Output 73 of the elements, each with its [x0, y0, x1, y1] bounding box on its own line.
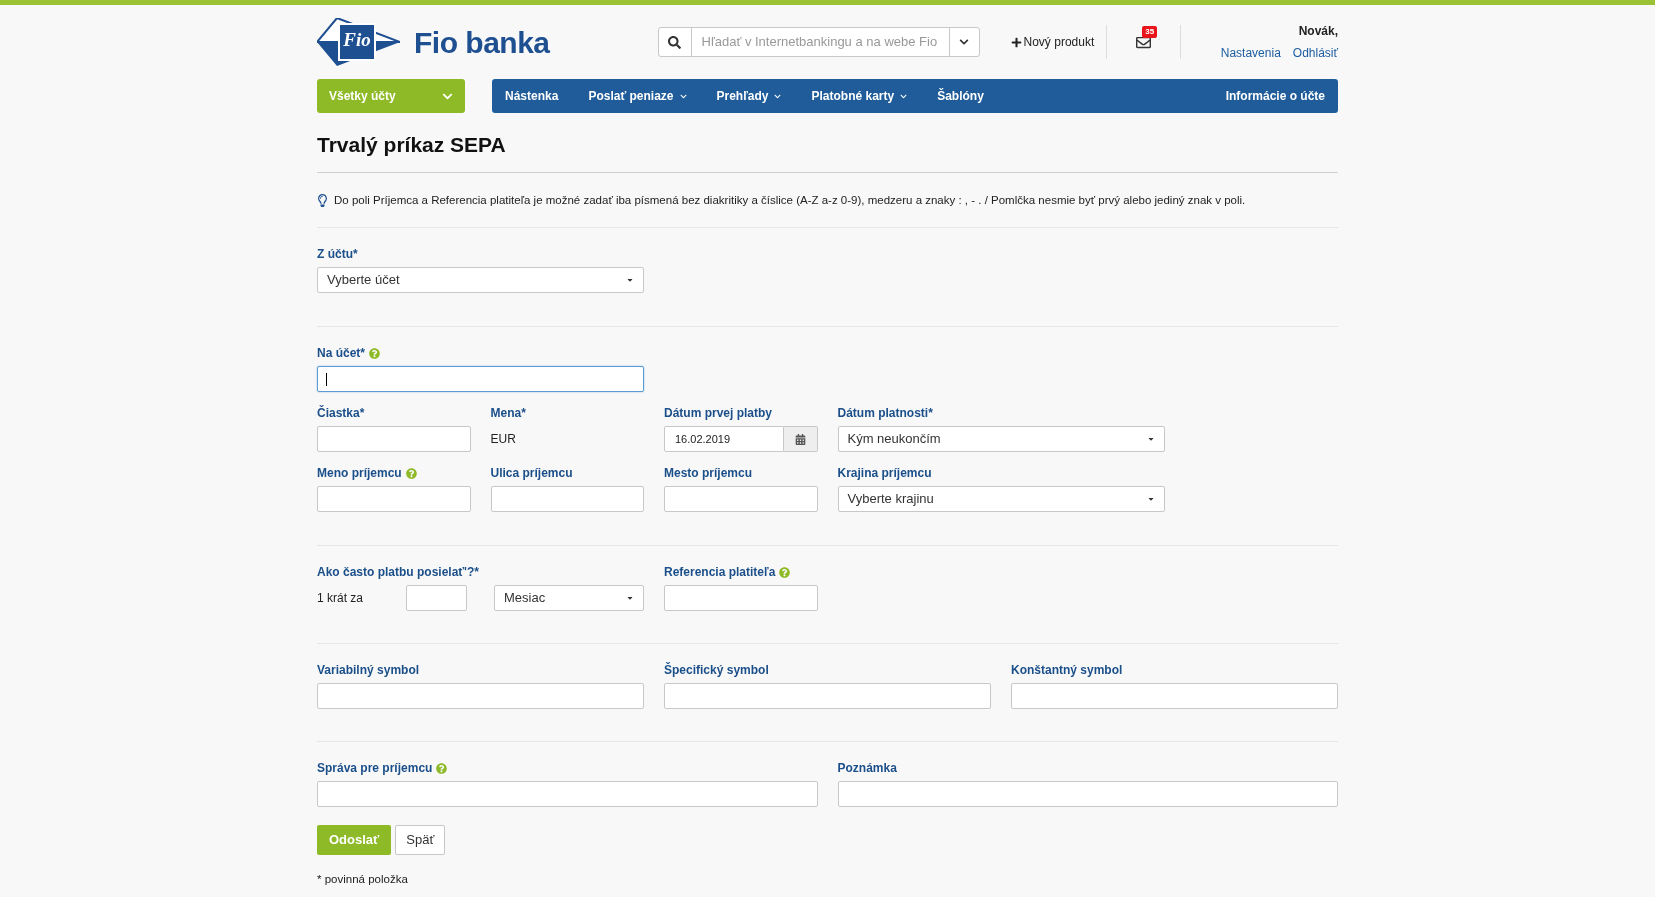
chevron-icon: [679, 92, 687, 100]
field-label: Variabilný symbol: [317, 662, 420, 679]
field-value: EUR: [490, 431, 517, 448]
chevron-icon[interactable]: [959, 37, 970, 47]
field-label: Krajina príjemcu: [837, 465, 932, 482]
caret-icon: [626, 594, 634, 602]
input-field[interactable]: [664, 486, 818, 512]
field-label: Z účtu*: [317, 246, 358, 263]
dropdown-field[interactable]: Mesiac: [494, 585, 644, 611]
nav-item[interactable]: Platobné karty: [811, 87, 908, 105]
input-field[interactable]: [406, 585, 467, 611]
field-label: Správa pre príjemcu: [317, 760, 433, 777]
input-field[interactable]: [664, 585, 818, 611]
caret-icon: [1146, 435, 1155, 443]
date-field[interactable]: 16.02.2019: [664, 426, 784, 452]
field-label: Konštantný symbol: [1011, 662, 1123, 679]
page-title: Trvalý príkaz SEPA: [317, 132, 1338, 173]
input-field[interactable]: [317, 426, 471, 452]
search-input[interactable]: Hľadať v Internetbankingu a na webe Fio: [691, 32, 949, 52]
input-field[interactable]: [317, 683, 644, 709]
caret-icon: [1146, 495, 1155, 503]
search-icon: [668, 35, 682, 49]
info-text: Do poli Príjemca a Referencia platiteľa je možné zadať iba písmená bez diakritiky a číslice (A-Z a-z 0-9), medzeru a znaky : , - . / Pomlčka nesmie byť prvý alebo jediný znak v poli.: [334, 193, 1246, 208]
help-icon[interactable]: [436, 762, 448, 774]
frequency-prefix: 1 krát za: [317, 590, 364, 607]
field-label: Špecifický symbol: [664, 661, 769, 679]
nav-item[interactable]: Šablóny: [937, 87, 984, 105]
field-label: Dátum prvej platby: [664, 405, 773, 422]
header-link[interactable]: Nastavenia: [1220, 44, 1281, 62]
field-label: Na účet*: [317, 345, 366, 362]
input-field[interactable]: [490, 486, 644, 512]
nav-item[interactable]: Informácie o účte: [1225, 87, 1325, 105]
field-label: Mena*: [490, 405, 526, 422]
help-icon[interactable]: [405, 467, 417, 479]
field-label: Meno príjemcu: [317, 465, 402, 482]
new-product-button[interactable]: Nový produkt: [1010, 33, 1095, 51]
text-cursor-icon: [326, 372, 327, 386]
calendar-button[interactable]: [783, 426, 818, 452]
plus-icon: [1010, 36, 1022, 48]
dropdown-field[interactable]: Vyberte účet: [317, 267, 644, 293]
search-field[interactable]: Hľadať v Internetbankingu a na webe Fio: [657, 27, 980, 57]
mail-count-badge: 35: [1142, 25, 1158, 38]
nav-item[interactable]: Poslať peniaze: [588, 87, 687, 105]
field-label: Ako často platbu posielať'?*: [317, 564, 479, 581]
nav-item[interactable]: Nástenka: [505, 87, 559, 105]
caret-icon: [626, 276, 634, 284]
back-button[interactable]: Späť: [395, 825, 446, 855]
user-name: Novák,: [1298, 23, 1338, 40]
lightbulb-icon: [317, 193, 328, 207]
field-label: Referencia platiteľa: [664, 564, 776, 581]
logo-drawing: Fio: [317, 18, 400, 66]
calendar-icon: [794, 433, 806, 445]
input-field[interactable]: [837, 781, 1338, 807]
input-field[interactable]: [317, 781, 818, 807]
help-icon[interactable]: [779, 566, 791, 578]
header-link[interactable]: Odhlásiť: [1292, 44, 1338, 62]
required-note: * povinná položka: [317, 872, 409, 887]
dropdown-field[interactable]: Vyberte krajinu: [837, 486, 1165, 512]
chevron-icon: [900, 92, 908, 100]
field-label: Ulica príjemcu: [490, 465, 573, 482]
field-label: Mesto príjemcu: [664, 465, 753, 482]
input-field[interactable]: [317, 366, 644, 392]
input-field[interactable]: [317, 486, 471, 512]
input-field[interactable]: [1011, 683, 1338, 709]
help-icon[interactable]: [369, 347, 381, 359]
chevron-icon: [774, 92, 782, 100]
field-label: Dátum platnosti*: [837, 405, 933, 422]
dropdown-field[interactable]: Kým neukončím: [837, 426, 1165, 452]
logo-text: Fio banka: [414, 24, 550, 61]
field-label: Poznámka: [837, 760, 897, 777]
field-label: Čiastka*: [317, 404, 365, 422]
nav-item[interactable]: Prehľady: [716, 87, 782, 105]
input-field[interactable]: [664, 683, 991, 709]
